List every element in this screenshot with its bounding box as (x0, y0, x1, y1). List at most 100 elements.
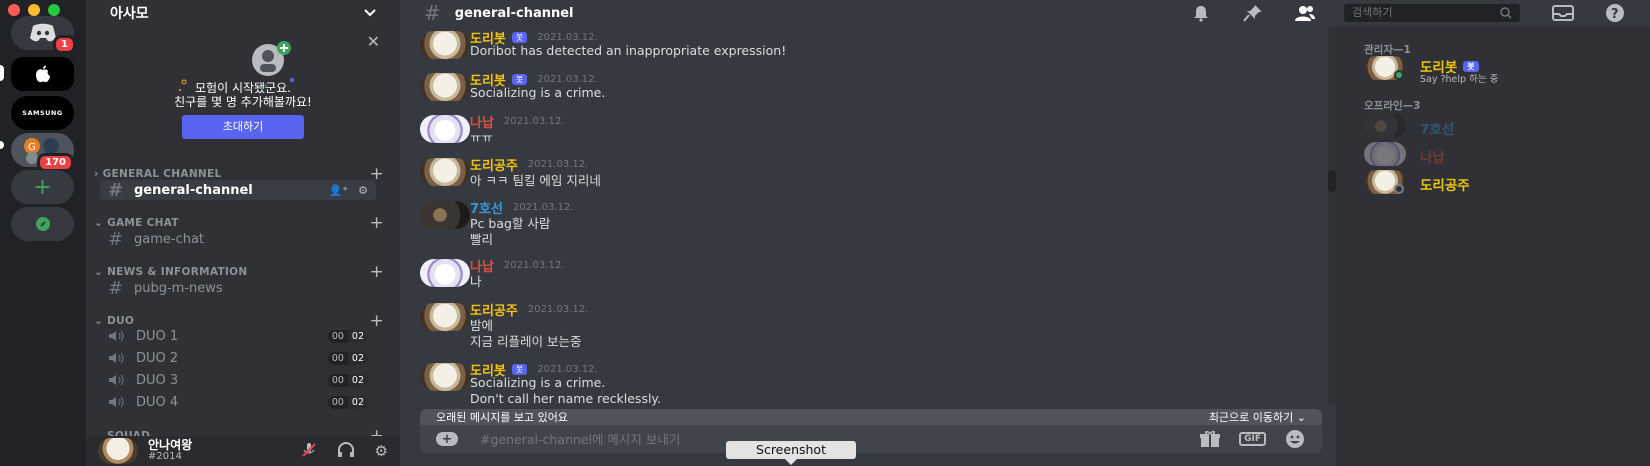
category-label: ⌄ NEWS & INFORMATION (94, 266, 248, 278)
member-list: 관리자—1 도리봇 봇 Say ?help 하는 중 오프라인—3 7호선 나납 … (1336, 26, 1650, 466)
member-group-header: 관리자—1 (1364, 44, 1411, 56)
message-timestamp: 2021.03.12. (503, 116, 565, 127)
member-list-icon[interactable] (1294, 3, 1316, 23)
discord-app: 1 SAMSUNG G 170 + 아사모 ✕ + 모험이 시작됐군요. 친구를… (0, 0, 1650, 466)
maximize-window-button[interactable] (48, 4, 60, 16)
close-window-button[interactable] (8, 4, 20, 16)
member-item[interactable]: 7호선 (1364, 114, 1634, 140)
older-messages-bar: 오래된 메시지를 보고 있어요 최근으로 이동하기 ⌄ (420, 409, 1322, 425)
message-text: Socializing is a crime. (470, 375, 606, 390)
channel-game-chat[interactable]: # game-chat (100, 229, 376, 250)
message-avatar[interactable] (420, 303, 470, 331)
message-timestamp: 2021.03.12. (527, 304, 589, 315)
user-name: 안나여왕 (148, 438, 193, 452)
bot-badge: 봇 (511, 32, 528, 43)
invite-people-icon[interactable]: 👤⁺ (329, 184, 349, 197)
server-rail: 1 SAMSUNG G 170 + (0, 0, 86, 466)
chat-scrollbar-track[interactable] (1328, 26, 1336, 406)
message-text: Socializing is a crime. (470, 85, 606, 100)
chat-scrollbar-thumb[interactable] (1328, 170, 1336, 192)
screenshot-tooltip: Screenshot (726, 441, 856, 465)
hash-icon: # (424, 1, 441, 25)
active-server-indicator (0, 65, 4, 81)
voice-channel-duo-1[interactable]: DUO 1 00 02 (100, 326, 376, 346)
member-name: 도리공주 (1420, 178, 1470, 194)
channel-general-channel[interactable]: # general-channel 👤⁺ ⚙ (100, 180, 376, 201)
speaker-icon (109, 352, 124, 364)
plus-icon: + (33, 174, 52, 200)
message-composer: + GIF (420, 425, 1322, 453)
pin-icon[interactable] (1242, 3, 1264, 23)
member-item[interactable]: 도리공주 (1364, 170, 1634, 196)
gif-button[interactable]: GIF (1239, 432, 1266, 446)
samsung-server-button[interactable]: SAMSUNG (11, 96, 74, 130)
invite-button[interactable]: 초대하기 (182, 115, 304, 139)
search-input[interactable]: 검색하기 (1344, 4, 1520, 22)
home-unread-badge: 1 (53, 35, 76, 54)
user-avatar[interactable] (98, 438, 138, 464)
settings-gear-icon[interactable]: ⚙ (375, 442, 388, 460)
member-item[interactable]: 도리봇 봇 Say ?help 하는 중 (1364, 56, 1634, 85)
member-avatar (1364, 142, 1406, 166)
message-avatar[interactable] (420, 201, 470, 229)
older-messages-label: 오래된 메시지를 보고 있어요 (436, 411, 568, 424)
bot-badge: 봇 (511, 74, 528, 85)
message-avatar[interactable] (420, 259, 470, 287)
channel-sidebar: 아사모 ✕ + 모험이 시작됐군요. 친구를 몇 명 추가해볼까요! 초대하기 … (86, 0, 400, 466)
bot-badge: 봇 (511, 364, 528, 375)
gear-icon[interactable]: ⚙ (358, 184, 368, 197)
server-header[interactable]: 아사모 (86, 0, 400, 26)
inbox-button[interactable] (1552, 0, 1574, 26)
message-timestamp: 2021.03.12. (537, 32, 598, 43)
channel-pubg-m-news[interactable]: # pubg-m-news (100, 278, 376, 299)
message-text: ㅠㅠ (470, 130, 494, 145)
voice-user-count: 00 02 (327, 329, 368, 343)
emoji-icon[interactable] (1284, 429, 1306, 449)
folder-server-button[interactable]: G 170 (11, 133, 74, 172)
invite-line-1: 모험이 시작됐군요. (195, 81, 291, 95)
headphones-icon[interactable] (337, 442, 355, 458)
minimize-window-button[interactable] (28, 4, 40, 16)
speaker-icon (109, 374, 124, 386)
close-icon[interactable]: ✕ (367, 32, 380, 51)
voice-channel-duo-3[interactable]: DUO 3 00 02 (100, 370, 376, 390)
channel-name: DUO 3 (136, 372, 179, 388)
member-group-header: 오프라인—3 (1364, 100, 1421, 112)
bot-badge: 봇 (1463, 60, 1479, 72)
user-tag: #2014 (148, 451, 182, 462)
member-avatar (1364, 114, 1406, 138)
apple-logo-icon (35, 65, 50, 83)
channel-name: DUO 2 (136, 350, 179, 366)
upload-plus-icon[interactable]: + (436, 432, 458, 447)
message-avatar[interactable] (420, 158, 470, 186)
channel-name: pubg-m-news (134, 280, 223, 296)
member-name: 7호선 (1420, 122, 1455, 138)
gift-icon[interactable] (1199, 430, 1221, 448)
apple-server-button[interactable] (11, 57, 74, 91)
mute-microphone-icon[interactable] (301, 442, 317, 458)
chevron-down-icon (364, 9, 376, 17)
member-item[interactable]: 나납 (1364, 142, 1634, 168)
invite-prompt: ✕ + 모험이 시작됐군요. 친구를 몇 명 추가해볼까요! 초대하기 (86, 26, 400, 146)
explore-servers-button[interactable] (11, 207, 74, 241)
home-server-button[interactable]: 1 (11, 16, 76, 54)
jump-to-present-button[interactable]: 최근으로 이동하기 ⌄ (1209, 409, 1306, 425)
message-avatar[interactable] (420, 363, 470, 391)
message-timestamp: 2021.03.12. (503, 260, 565, 271)
category-label: ⌄ GAME CHAT (94, 217, 179, 229)
help-icon: ? (1606, 4, 1624, 22)
message-text: 지금 리플레이 보는중 (470, 334, 582, 349)
help-button[interactable]: ? (1604, 0, 1626, 26)
server-name: 아사모 (110, 6, 149, 22)
message-avatar[interactable] (420, 73, 470, 101)
channel-name: DUO 4 (136, 394, 179, 410)
voice-channel-duo-2[interactable]: DUO 2 00 02 (100, 348, 376, 368)
samsung-server-label: SAMSUNG (22, 109, 63, 117)
add-server-button[interactable]: + (11, 170, 74, 204)
channel-actions: 👤⁺ ⚙ (329, 184, 368, 197)
voice-channel-duo-4[interactable]: DUO 4 00 02 (100, 392, 376, 412)
message-timestamp: 2021.03.12. (537, 364, 598, 375)
message-avatar[interactable] (420, 31, 470, 59)
message-avatar[interactable] (420, 115, 470, 143)
notification-bell-icon[interactable] (1190, 3, 1212, 23)
